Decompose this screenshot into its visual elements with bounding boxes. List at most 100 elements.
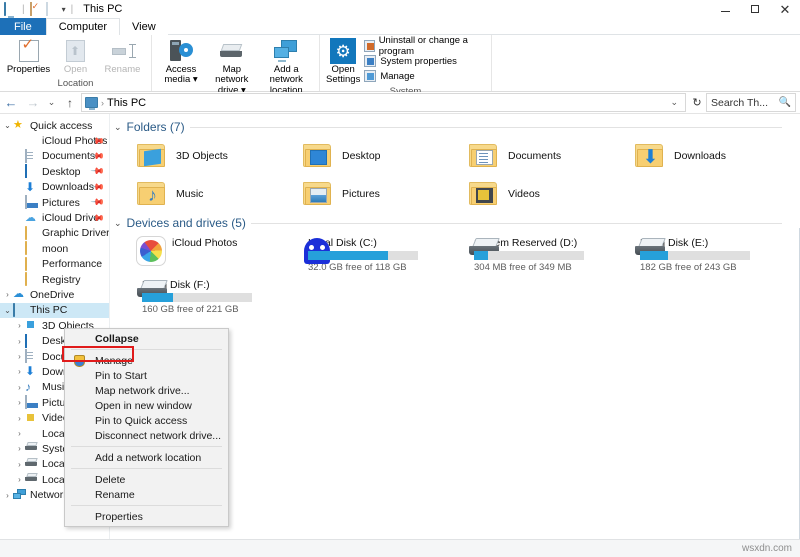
tree-expander[interactable]: › [14, 383, 25, 392]
open-settings-label: Open Settings [326, 64, 361, 86]
up-button[interactable]: ↑ [59, 92, 81, 114]
blank-icon[interactable] [45, 1, 59, 16]
watermark: wsxdn.com [741, 542, 792, 554]
breadcrumb-text[interactable]: This PC [107, 97, 146, 109]
drive-tile[interactable]: Local Disk (C:) 32.0 GB free of 118 GB [302, 232, 468, 274]
context-menu-item-rename[interactable]: Rename [65, 487, 228, 502]
folder-tile[interactable]: Videos [468, 176, 634, 212]
tree-expander[interactable]: › [14, 352, 25, 361]
sidebar-item-onedrive[interactable]: › ☁ OneDrive [0, 287, 109, 302]
tree-expander[interactable]: › [14, 367, 25, 376]
pc-icon[interactable] [4, 1, 17, 16]
open-settings-button[interactable]: ⚙ Open Settings [326, 37, 360, 86]
manage-button[interactable]: Manage [364, 69, 485, 83]
context-menu-item-manage[interactable]: Manage [65, 353, 228, 368]
minimize-button[interactable] [710, 0, 740, 18]
sidebar-item-documents[interactable]: Documents 📌 [0, 149, 109, 164]
drive-tile[interactable]: Local Disk (E:) 182 GB free of 243 GB [634, 232, 800, 274]
tree-expander[interactable]: ⌄ [2, 121, 13, 130]
group-title-devices: Devices and drives (5) [126, 216, 246, 230]
back-button[interactable]: ← [0, 92, 22, 114]
tree-expander[interactable]: › [14, 429, 25, 438]
folder-documents-icon [468, 140, 500, 172]
tab-computer[interactable]: Computer [45, 18, 121, 35]
uninstall-program-button[interactable]: Uninstall or change a program [364, 35, 485, 57]
context-menu-item-disconnect-network-drive[interactable]: Disconnect network drive... [65, 428, 228, 443]
sidebar-item-label: Pictures [42, 196, 80, 209]
folder-tile[interactable]: Documents [468, 138, 634, 174]
tree-expander[interactable]: ⌄ [2, 306, 13, 315]
sidebar-item-icloud-drive[interactable]: ☁ iCloud Drive 📌 [0, 210, 109, 225]
tree-expander[interactable]: › [14, 321, 25, 330]
group-header-devices[interactable]: ⌄ Devices and drives (5) [110, 216, 800, 230]
folder-tile[interactable]: ♪ Music [136, 176, 302, 212]
recent-locations-icon[interactable]: ⌄ [44, 92, 59, 114]
pc-icon[interactable] [85, 97, 98, 110]
sidebar-item-downloads[interactable]: ⬇ Downloads 📌 [0, 179, 109, 195]
context-menu[interactable]: Collapse Manage Pin to Start Map network dr… [64, 328, 229, 527]
folder-name: Music [176, 188, 204, 200]
chevron-down-icon[interactable]: ⌄ [114, 122, 122, 133]
sidebar-item-performance[interactable]: Performance [0, 256, 109, 272]
tree-expander[interactable]: › [14, 444, 25, 453]
chevron-down-icon[interactable]: ⌄ [666, 97, 682, 108]
drive-tile[interactable]: iCloud Photos [136, 232, 302, 274]
folder-tile[interactable]: Pictures [302, 176, 468, 212]
context-menu-item-map-network-drive[interactable]: Map network drive... [65, 383, 228, 398]
access-media-button[interactable]: Access media ▾ [158, 37, 204, 86]
context-menu-item-collapse[interactable]: Collapse [65, 331, 228, 346]
tree-expander[interactable]: › [14, 337, 25, 346]
drive-tile[interactable]: Local Disk (F:) 160 GB free of 221 GB [136, 274, 302, 316]
breadcrumb-separator: › [101, 97, 104, 108]
refresh-button[interactable]: ↻ [688, 93, 706, 112]
context-menu-item-delete[interactable]: Delete [65, 472, 228, 487]
pin-icon[interactable]: 📌 [90, 195, 105, 211]
group-header-folders[interactable]: ⌄ Folders (7) [110, 120, 800, 134]
tree-expander[interactable]: › [14, 475, 25, 484]
tab-view[interactable]: View [120, 18, 168, 35]
properties-icon[interactable] [29, 1, 43, 16]
breadcrumb[interactable]: › This PC ⌄ [81, 93, 686, 112]
tree-expander[interactable]: › [14, 414, 25, 423]
forward-button[interactable]: → [22, 92, 44, 114]
close-button[interactable]: ✕ [770, 0, 800, 18]
system-properties-button[interactable]: System properties [364, 54, 485, 68]
sidebar-item-this-pc[interactable]: ⌄ This PC [0, 302, 109, 319]
context-menu-item-properties[interactable]: Properties [65, 509, 228, 524]
sidebar-item-pictures[interactable]: Pictures 📌 [0, 195, 109, 210]
tree-expander[interactable]: › [14, 460, 25, 469]
map-network-drive-button[interactable]: Map network drive ▾ [206, 37, 258, 96]
folder-tile[interactable]: Desktop [302, 138, 468, 174]
context-menu-item-pin-to-quick-access[interactable]: Pin to Quick access [65, 413, 228, 428]
maximize-button[interactable] [740, 0, 770, 18]
rename-button[interactable]: Rename [100, 37, 145, 75]
search-input[interactable]: Search Th... 🔍 [706, 93, 796, 112]
search-icon: 🔍 [778, 97, 791, 108]
folder-tile[interactable]: 3D Objects [136, 138, 302, 174]
context-menu-item-add-a-network-location[interactable]: Add a network location [65, 450, 228, 465]
sidebar-item-quick-access[interactable]: ⌄ ★ Quick access [0, 118, 109, 133]
pictures-icon [25, 395, 38, 410]
tab-file[interactable]: File [0, 18, 46, 35]
folder-tile[interactable]: ⬇ Downloads [634, 138, 800, 174]
onedrive-icon: ☁ [13, 288, 24, 301]
pin-icon[interactable]: 📌 [90, 164, 105, 180]
toolbar-divider: | [22, 3, 25, 15]
context-menu-item-open-in-new-window[interactable]: Open in new window [65, 398, 228, 413]
sidebar-item-icloud-photos[interactable]: iCloud Photos 📌 [0, 133, 109, 148]
context-menu-item-pin-to-start[interactable]: Pin to Start [65, 368, 228, 383]
sidebar-item-desktop[interactable]: Desktop 📌 [0, 164, 109, 179]
chevron-down-icon[interactable]: ▾ [62, 5, 66, 14]
sidebar-item-moon[interactable]: moon [0, 241, 109, 256]
open-button[interactable]: Open [53, 37, 98, 75]
drive-tile[interactable]: System Reserved (D:) 304 MB free of 349 M… [468, 232, 634, 274]
tree-expander[interactable]: › [2, 290, 13, 299]
sidebar-item-registry[interactable]: Registry [0, 272, 109, 287]
properties-button[interactable]: Properties [6, 37, 51, 75]
tree-expander[interactable]: › [14, 398, 25, 407]
sidebar-item-graphic-driver[interactable]: Graphic Driver [0, 225, 109, 241]
tree-expander[interactable]: › [2, 491, 13, 500]
add-network-location-button[interactable]: Add a network location [260, 37, 313, 96]
chevron-down-icon[interactable]: ⌄ [114, 218, 122, 229]
context-menu-item-label: Properties [95, 510, 143, 523]
